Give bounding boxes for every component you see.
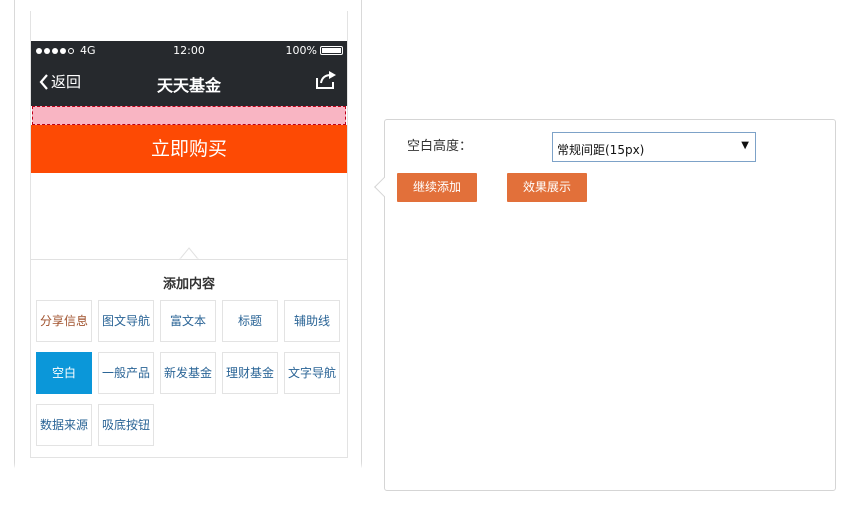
- tile-heading[interactable]: 标题: [222, 300, 278, 342]
- battery-percent: 100%: [285, 44, 317, 57]
- panel-title: 添加内容: [162, 277, 215, 292]
- blank-height-label: 空白高度：: [407, 139, 473, 154]
- blank-height-select[interactable]: 常规间距(15px) ▼: [552, 132, 756, 162]
- tile-share-info[interactable]: 分享信息: [36, 300, 92, 342]
- battery-fill: [322, 48, 341, 53]
- nav-title: 天天基金: [156, 76, 221, 95]
- blank-spacer-block[interactable]: [32, 106, 346, 125]
- phone-screen: 4G 12:00 100% 返回 天天基金 立即购买 添加内容 分享信息 图文导…: [30, 11, 348, 458]
- phone-frame: 4G 12:00 100% 返回 天天基金 立即购买 添加内容 分享信息 图文导…: [14, 0, 362, 488]
- tile-text-nav[interactable]: 文字导航: [284, 352, 340, 394]
- tile-rich-text[interactable]: 富文本: [160, 300, 216, 342]
- battery-indicator: 100%: [286, 44, 343, 57]
- blank-height-selected-value: 常规间距(15px): [557, 143, 645, 157]
- battery-icon: [320, 46, 343, 55]
- continue-add-button[interactable]: 继续添加: [397, 173, 477, 202]
- status-bar: 4G 12:00 100%: [31, 41, 347, 61]
- tile-data-source[interactable]: 数据来源: [36, 404, 92, 446]
- share-button[interactable]: [315, 70, 337, 94]
- config-panel-pointer: [374, 177, 394, 197]
- tile-guide-line[interactable]: 辅助线: [284, 300, 340, 342]
- dropdown-arrow-icon: ▼: [741, 140, 749, 151]
- phone-frame-bottom: [15, 458, 361, 488]
- tile-general-product[interactable]: 一般产品: [98, 352, 154, 394]
- tile-wealth-fund[interactable]: 理财基金: [222, 352, 278, 394]
- add-content-panel: 添加内容 分享信息 图文导航 富文本 标题 辅助线 空白 一般产品 新发基金 理…: [31, 259, 347, 457]
- tile-image-nav[interactable]: 图文导航: [98, 300, 154, 342]
- tile-sticky-button[interactable]: 吸底按钮: [98, 404, 154, 446]
- preview-effect-button[interactable]: 效果展示: [507, 173, 587, 202]
- tile-blank[interactable]: 空白: [36, 352, 92, 394]
- share-icon: [316, 71, 336, 89]
- config-panel: 空白高度： 常规间距(15px) ▼ 继续添加 效果展示: [374, 119, 836, 491]
- buy-now-button[interactable]: 立即购买: [31, 125, 347, 173]
- tile-new-fund[interactable]: 新发基金: [160, 352, 216, 394]
- nav-bar: 返回 天天基金: [31, 61, 347, 106]
